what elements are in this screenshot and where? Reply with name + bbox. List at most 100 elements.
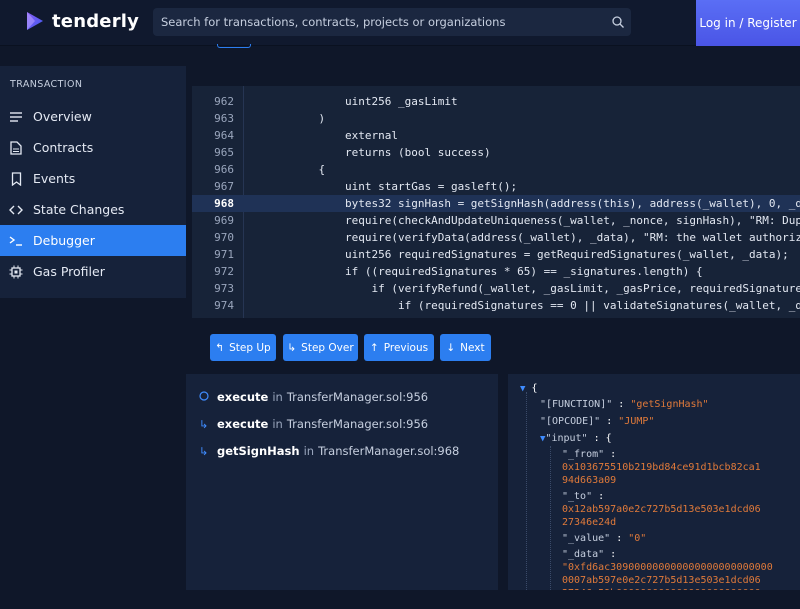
sidebar-item-contracts[interactable]: Contracts <box>0 132 186 163</box>
code-text: if (requiredSignatures == 0 || validateS… <box>292 299 800 312</box>
line-number: 974 <box>214 299 234 312</box>
code-line[interactable]: 972 if ((requiredSignatures * 65) == _si… <box>192 263 800 280</box>
json-entry: "_from" : <box>562 449 617 460</box>
code-line[interactable]: 966 { <box>192 161 800 178</box>
sidebar-item-label: State Changes <box>33 202 125 217</box>
code-text: uint256 _gasLimit <box>292 95 458 108</box>
chip-icon <box>8 264 24 280</box>
code-line[interactable]: 973 if (verifyRefund(_wallet, _gasLimit,… <box>192 280 800 297</box>
json-value: 0x12ab597a0e2c727b5d13e503e1dcd06 <box>562 504 761 515</box>
caret-down-icon: ▼ <box>520 384 526 394</box>
search-input[interactable]: Search for transactions, contracts, proj… <box>153 8 631 36</box>
step-up-icon: ↰ <box>215 341 225 354</box>
line-number: 963 <box>214 112 234 125</box>
code-line[interactable]: 969 require(checkAndUpdateUniqueness(_wa… <box>192 212 800 229</box>
call-trace-panel: execute in TransferManager.sol:956 ↳ exe… <box>186 374 498 590</box>
document-icon <box>8 140 24 156</box>
json-key: "[FUNCTION]" <box>540 399 613 410</box>
code-text: uint startGas = gasleft(); <box>292 180 518 193</box>
sidebar-item-overview[interactable]: Overview <box>0 101 186 132</box>
trace-item[interactable]: ↳ execute in TransferManager.sol:956 <box>199 417 428 431</box>
step-up-button[interactable]: ↰ Step Up <box>210 334 276 361</box>
circle-icon <box>199 390 213 404</box>
line-number: 973 <box>214 282 234 295</box>
code-text: if ((requiredSignatures * 65) == _signat… <box>292 265 703 278</box>
search-icon[interactable] <box>611 15 625 29</box>
line-number: 972 <box>214 265 234 278</box>
code-text: uint256 requiredSignatures = getRequired… <box>292 248 789 261</box>
code-text: external <box>292 129 398 142</box>
step-over-icon: ↳ <box>287 341 297 354</box>
json-brace: { <box>531 383 538 394</box>
function-name: execute <box>217 417 269 431</box>
top-header: tenderly Search for transactions, contra… <box>0 0 800 46</box>
code-line[interactable]: 965 returns (bool success) <box>192 144 800 161</box>
button-label: Step Up <box>229 341 271 354</box>
tenderly-logo[interactable]: tenderly <box>24 10 139 32</box>
in-label: in <box>303 444 315 458</box>
sidebar-item-label: Contracts <box>33 140 94 155</box>
code-line[interactable]: 971 uint256 requiredSignatures = getRequ… <box>192 246 800 263</box>
code-line[interactable]: 974 if (requiredSignatures == 0 || valid… <box>192 297 800 314</box>
json-entry: "[FUNCTION]" : "getSignHash" <box>540 399 709 410</box>
source-location: TransferManager.sol:956 <box>286 417 429 431</box>
sidebar-item-label: Gas Profiler <box>33 264 105 279</box>
code-line[interactable]: 970 require(verifyData(address(_wallet),… <box>192 229 800 246</box>
json-key: "input" <box>545 433 588 444</box>
step-over-button[interactable]: ↳ Step Over <box>283 334 358 361</box>
code-text: { <box>292 163 326 176</box>
code-text: returns (bool success) <box>292 146 491 159</box>
code-toolbar <box>186 46 800 86</box>
next-button[interactable]: ↓ Next <box>440 334 491 361</box>
in-label: in <box>272 390 283 404</box>
code-line[interactable]: 963 ) <box>192 110 800 127</box>
code-icon <box>8 202 24 218</box>
sidebar-item-events[interactable]: Events <box>0 163 186 194</box>
json-inspector-panel[interactable]: ▼ { "[FUNCTION]" : "getSignHash" "[OPCOD… <box>508 374 800 590</box>
trace-item[interactable]: ↳ getSignHash in TransferManager.sol:968 <box>199 444 459 458</box>
sidebar-item-debugger[interactable]: Debugger <box>0 225 186 256</box>
line-number: 971 <box>214 248 234 261</box>
json-value: 0007ab597e0e2c727b5d13e503e1dcd06 <box>562 575 761 586</box>
collapsed-tab[interactable] <box>217 44 251 48</box>
json-value: "getSignHash" <box>630 399 709 410</box>
trace-item[interactable]: execute in TransferManager.sol:956 <box>199 390 428 404</box>
line-number: 967 <box>214 180 234 193</box>
function-name: execute <box>217 390 269 404</box>
source-location: TransferManager.sol:968 <box>318 444 460 458</box>
code-line[interactable]: 967 uint startGas = gasleft(); <box>192 178 800 195</box>
return-arrow-icon: ↳ <box>199 417 209 431</box>
login-register-button[interactable]: Log in / Register <box>696 0 800 46</box>
json-entry-input[interactable]: ▼"input" : { <box>540 432 612 446</box>
in-label: in <box>272 417 283 431</box>
sidebar-item-gas-profiler[interactable]: Gas Profiler <box>0 256 186 287</box>
json-value: "0xfd6ac309000000000000000000000000 <box>562 562 773 573</box>
sidebar: TRANSACTION Overview Contracts Events St… <box>0 66 186 298</box>
json-key: "_from" <box>562 449 605 460</box>
json-key: "_data" <box>562 549 605 560</box>
line-number: 964 <box>214 129 234 142</box>
code-line[interactable]: 964 external <box>192 127 800 144</box>
function-name: getSignHash <box>217 444 300 458</box>
json-root[interactable]: ▼ { <box>520 382 537 396</box>
code-line[interactable]: 962 uint256 _gasLimit <box>192 93 800 110</box>
json-entry: "_to" : <box>562 491 605 502</box>
bookmark-icon <box>8 171 24 187</box>
search-placeholder: Search for transactions, contracts, proj… <box>161 15 506 29</box>
sidebar-item-label: Overview <box>33 109 92 124</box>
json-value: "0" <box>628 533 647 544</box>
indent-guide <box>550 446 551 590</box>
sidebar-item-label: Events <box>33 171 76 186</box>
line-number: 968 <box>214 197 234 210</box>
json-entry: "_value" : "0" <box>562 533 647 544</box>
sidebar-item-state-changes[interactable]: State Changes <box>0 194 186 225</box>
logo-icon <box>27 12 43 30</box>
line-number: 969 <box>214 214 234 227</box>
json-value: 27346e24d <box>562 517 617 528</box>
json-value: 94d663a09 <box>562 475 617 486</box>
code-text: require(verifyData(address(_wallet), _da… <box>292 231 800 244</box>
code-line-highlighted[interactable]: 968 bytes32 signHash = getSignHash(addre… <box>192 195 800 212</box>
source-code-view[interactable]: 962 uint256 _gasLimit 963 ) 964 external… <box>192 86 800 318</box>
previous-button[interactable]: ↑ Previous <box>364 334 434 361</box>
debugger-controls <box>186 318 800 374</box>
